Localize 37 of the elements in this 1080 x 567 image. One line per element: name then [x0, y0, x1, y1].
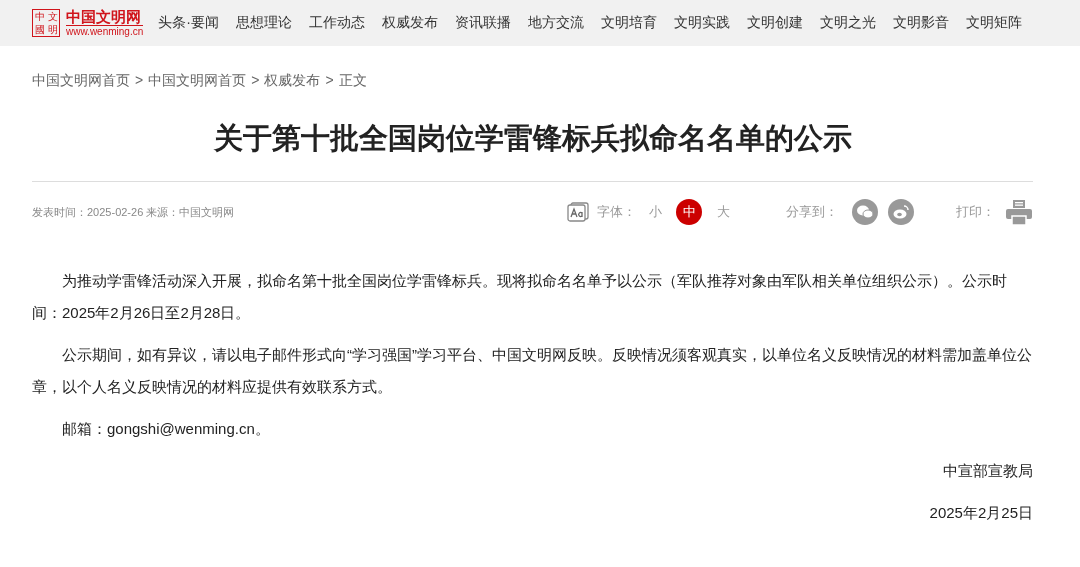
nav-link[interactable]: 文明培育	[600, 14, 657, 32]
wechat-icon[interactable]	[852, 199, 878, 225]
printer-icon[interactable]	[1005, 199, 1033, 225]
font-size-label: 字体：	[597, 203, 636, 221]
logo-seal-icon[interactable]: 中 文 國 明	[32, 9, 60, 37]
article-paragraph: 邮箱：gongshi@wenming.cn。	[61, 419, 271, 439]
breadcrumb-separator: >	[135, 72, 144, 90]
site-url: www.wenming.cn	[66, 26, 144, 38]
publish-info: 发表时间：2025-02-26 来源：中国文明网	[32, 204, 235, 220]
site-name[interactable]: 中国文明网	[66, 8, 144, 26]
nav-link[interactable]: 文明创建	[746, 14, 803, 32]
article-paragraph: 公示期间，如有异议，请以电子邮件形式向“学习强国”学习平台、中国文明网反映。反映情况须客观真实，以单位名义反映情况的材料需加盖单位公章，以个人名义反映情况的材料应提供有效联系方式。	[32, 345, 1033, 397]
print-label: 打印：	[956, 203, 995, 221]
nav-link[interactable]: 文明影音	[892, 14, 949, 32]
nav-link[interactable]: 资讯联播	[454, 14, 511, 32]
font-size-icon	[567, 202, 589, 222]
date: 2025年2月25日	[929, 504, 1033, 521]
article-title: 关于第十批全国岗位学雷锋标兵拟命名名单的公示	[212, 121, 853, 156]
nav-link[interactable]: 文明矩阵	[965, 14, 1022, 32]
nav-link[interactable]: 头条·要闻	[158, 14, 219, 32]
breadcrumb-separator: >	[251, 72, 260, 90]
share-label: 分享到：	[786, 203, 838, 221]
breadcrumb-link[interactable]: 中国文明网首页	[148, 72, 247, 90]
weibo-icon[interactable]	[888, 199, 914, 225]
font-size-option[interactable]: 中	[676, 199, 702, 225]
breadcrumb-link[interactable]: 中国文明网首页	[32, 72, 130, 90]
nav-link[interactable]: 工作动态	[308, 14, 365, 32]
nav-link[interactable]: 地方交流	[527, 14, 584, 32]
nav-link[interactable]: 文明实践	[673, 14, 730, 32]
breadcrumb-link[interactable]: 正文	[338, 72, 367, 90]
article-paragraph: 为推动学雷锋活动深入开展，拟命名第十批全国岗位学雷锋标兵。现将拟命名名单予以公示（军队推荐对象由军队相关单位组织公示）。公示时间：2025年2月26日至2月28日。	[32, 271, 1008, 323]
nav-link[interactable]: 权威发布	[381, 14, 438, 32]
breadcrumb-separator: >	[325, 72, 334, 90]
nav-link[interactable]: 文明之光	[819, 14, 876, 32]
signature: 中宣部宣教局	[943, 462, 1033, 479]
nav-link[interactable]: 思想理论	[235, 14, 292, 32]
breadcrumb-link[interactable]: 权威发布	[264, 72, 321, 90]
